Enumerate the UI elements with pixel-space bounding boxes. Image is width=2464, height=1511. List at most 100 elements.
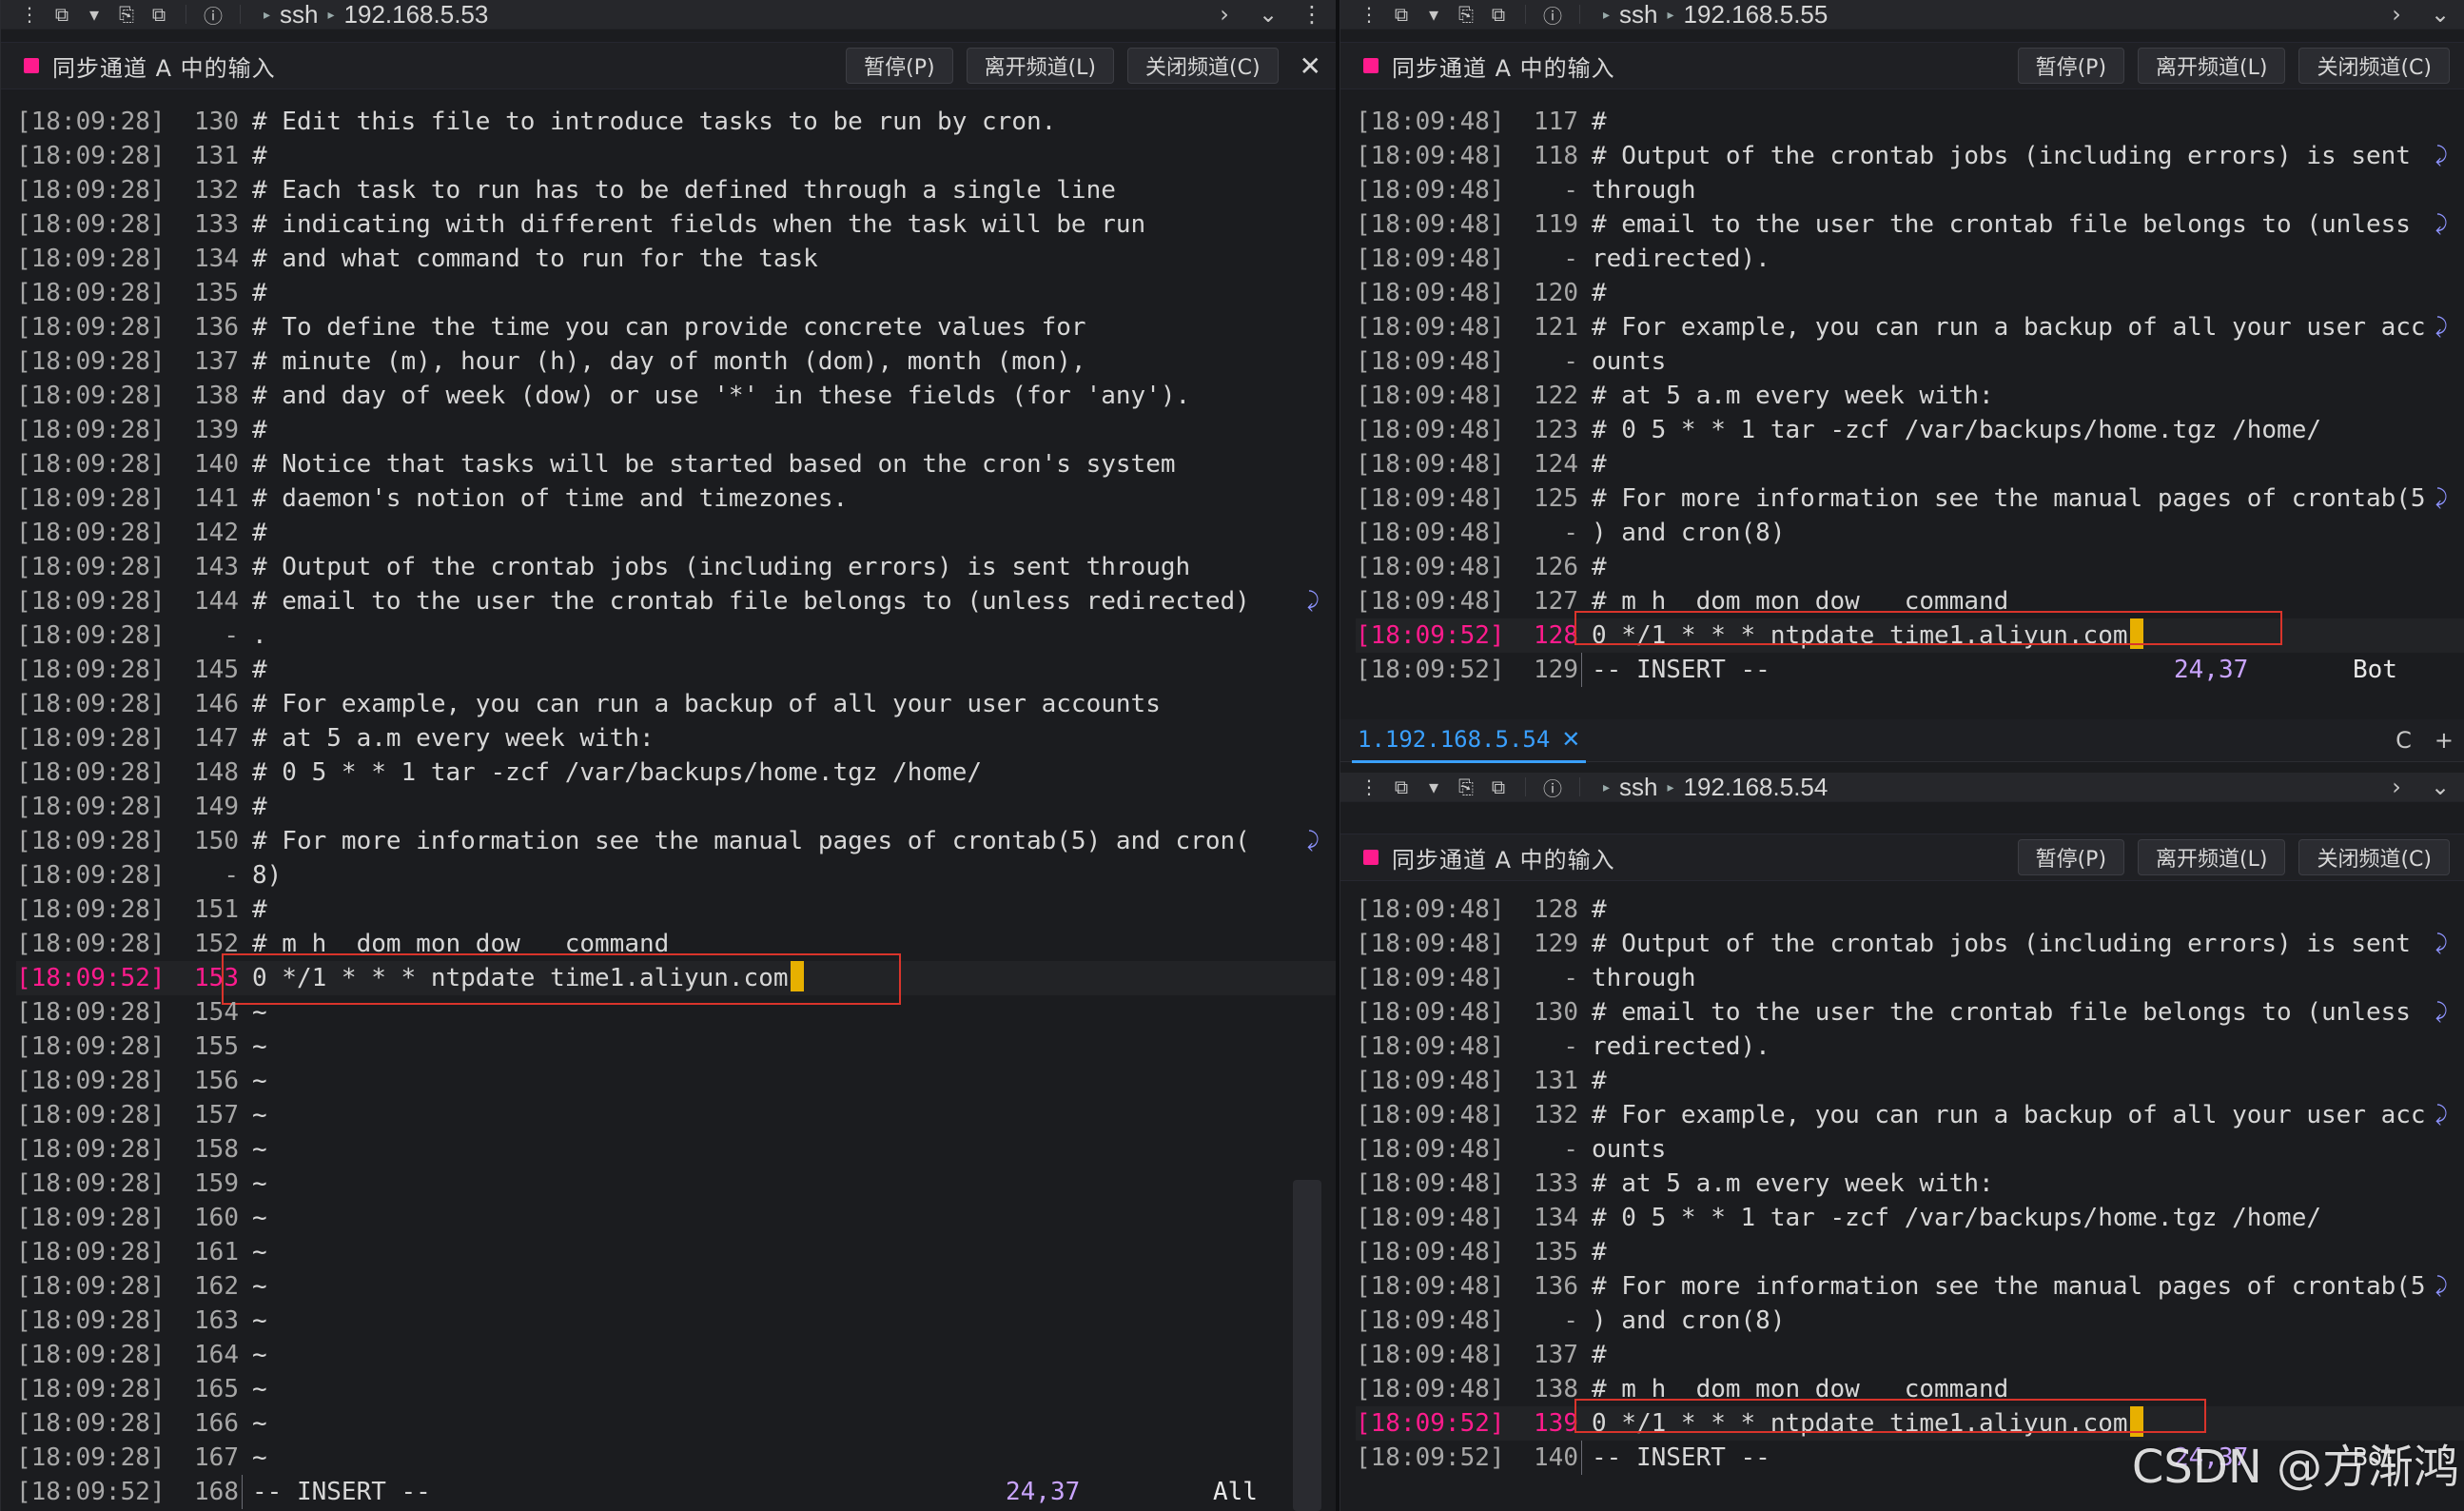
right-bottom-toolbar: ⋮ ⧉ ▾ ⎘ ⧉ ⓘ ▸ ssh ▸ 192.168.5.54 › ⌄ — [1340, 773, 2464, 802]
chevron-down-icon[interactable]: ▾ — [83, 3, 106, 26]
line-number: 138 — [194, 382, 239, 410]
leave-channel-button[interactable]: 离开频道(L) — [966, 48, 1114, 84]
split-icon[interactable]: ⧉ — [1487, 775, 1510, 798]
new-tab-icon[interactable]: ⧉ — [50, 3, 73, 26]
line-bracket — [242, 1475, 252, 1509]
line-text: # email to the user the crontab file bel… — [1592, 998, 2411, 1027]
line-number: 144 — [194, 587, 239, 616]
leave-channel-button[interactable]: 离开频道(L) — [2138, 839, 2286, 875]
chevron-down-icon[interactable]: ▾ — [1422, 3, 1445, 26]
terminal-line: [18:09:28] 160 ~ — [16, 1201, 1337, 1235]
line-text: # 0 5 * * 1 tar -zcf /var/backups/home.t… — [1592, 416, 2322, 444]
pause-button[interactable]: 暂停(P) — [2017, 48, 2125, 84]
breadcrumb-host[interactable]: 192.168.5.53 — [344, 0, 489, 29]
left-scrollbar[interactable] — [1293, 1180, 1321, 1511]
chevron-down-icon[interactable]: ▾ — [1422, 775, 1445, 798]
chevron-right-icon[interactable]: › — [2385, 1, 2408, 28]
breadcrumb-host[interactable]: 192.168.5.55 — [1684, 0, 1828, 29]
add-tab-icon[interactable]: + — [2435, 727, 2454, 754]
timestamp: [18:09:28] — [16, 930, 166, 958]
line-text: # — [1592, 450, 1607, 479]
line-text: # — [252, 142, 267, 170]
chevron-down-icon[interactable]: ⌄ — [2429, 774, 2452, 800]
breadcrumb-ssh[interactable]: ssh — [1619, 773, 1657, 802]
chevron-down-icon[interactable]: ⌄ — [1257, 1, 1280, 28]
line-text: # email to the user the crontab file bel… — [1592, 210, 2411, 239]
terminal-line: [18:09:28] 161 ~ — [16, 1235, 1337, 1269]
vim-mode: -- INSERT -- — [252, 1478, 431, 1506]
terminal-line: [18:09:48] 127 # m h dom mon dow command — [1356, 584, 2464, 618]
breadcrumb-ssh[interactable]: ssh — [280, 0, 318, 29]
info-icon[interactable]: ⓘ — [1541, 3, 1564, 28]
line-number: 161 — [194, 1238, 239, 1266]
split-icon[interactable]: ⧉ — [147, 3, 170, 26]
terminal-line: [18:09:48] - redirected). — [1356, 242, 2464, 276]
new-tab-icon[interactable]: ⧉ — [1390, 775, 1413, 798]
line-number: 117 — [1534, 108, 1578, 136]
info-icon[interactable]: ⓘ — [1541, 775, 1564, 800]
pause-button[interactable]: 暂停(P) — [846, 48, 953, 84]
terminal-line: [18:09:48] 119 # email to the user the cro… — [1356, 207, 2464, 242]
terminal-line: [18:09:48] 136 # For more information see … — [1356, 1269, 2464, 1304]
toolbar-separator — [240, 5, 241, 24]
line-number: 165 — [194, 1375, 239, 1403]
line-number: 166 — [194, 1409, 239, 1438]
timestamp: [18:09:28] — [16, 1067, 166, 1095]
sync-actions: 暂停(P) 离开频道(L) 关闭频道(C) — [2017, 48, 2464, 84]
line-text: # — [252, 279, 267, 307]
grip-icon[interactable]: ⋮ — [18, 3, 41, 26]
duplicate-icon[interactable]: ⎘ — [1455, 3, 1477, 26]
line-number: 148 — [194, 758, 239, 787]
line-number: 139 — [1534, 1409, 1578, 1438]
line-number: - — [1563, 519, 1578, 547]
line-number: 151 — [194, 895, 239, 924]
terminal-line: [18:09:48] 138 # m h dom mon dow command — [1356, 1372, 2464, 1406]
breadcrumb-ssh[interactable]: ssh — [1619, 0, 1657, 29]
chevron-right-icon[interactable]: › — [2385, 774, 2408, 800]
close-channel-button[interactable]: 关闭频道(C) — [1127, 48, 1279, 84]
breadcrumb-host[interactable]: 192.168.5.54 — [1684, 773, 1828, 802]
new-tab-icon[interactable]: ⧉ — [1390, 3, 1413, 26]
line-number: - — [224, 861, 239, 890]
info-icon[interactable]: ⓘ — [202, 3, 225, 28]
grip-icon[interactable]: ⋮ — [1358, 775, 1380, 798]
leave-channel-button[interactable]: 离开频道(L) — [2138, 48, 2286, 84]
left-terminal-pane: ⋮ ⧉ ▾ ⎘ ⧉ ⓘ ▸ ssh ▸ 192.168.5.53 › ⌄ ⋮ 同… — [0, 0, 1338, 1511]
terminal-line: [18:09:48] 132 # For example, you can run … — [1356, 1098, 2464, 1132]
line-number: 119 — [1534, 210, 1578, 239]
chevron-right-icon[interactable]: › — [1213, 1, 1236, 28]
terminal-line: [18:09:28] 158 ~ — [16, 1132, 1337, 1167]
line-number: - — [1563, 1135, 1578, 1164]
terminal-line: [18:09:48] - ounts — [1356, 1132, 2464, 1167]
split-icon[interactable]: ⧉ — [1487, 3, 1510, 26]
close-icon[interactable]: ✕ — [1300, 50, 1321, 82]
wrap-icon: ⤸ — [2435, 212, 2448, 236]
grip-icon[interactable]: ⋮ — [1358, 3, 1380, 26]
terminal-line: [18:09:28] 148 # 0 5 * * 1 tar -zcf /var/b… — [16, 756, 1337, 790]
breadcrumb: ▸ ssh ▸ 192.168.5.55 — [1603, 0, 1828, 29]
pause-button[interactable]: 暂停(P) — [2017, 839, 2125, 875]
timestamp: [18:09:28] — [16, 895, 166, 924]
line-number: 160 — [194, 1204, 239, 1232]
line-number: 139 — [194, 416, 239, 444]
left-terminal[interactable]: [18:09:28] 130 # Edit this file to introdu… — [1, 105, 1337, 1511]
line-text: # at 5 a.m every week with: — [1592, 1169, 1994, 1198]
more-icon[interactable]: ⋮ — [1300, 1, 1323, 28]
tab-192-168-5-54[interactable]: 1.192.168.5.54 ✕ — [1352, 719, 1587, 763]
terminal-line: [18:09:48] 118 # Output of the crontab job… — [1356, 139, 2464, 173]
tab-c-icon[interactable]: C — [2396, 727, 2412, 754]
close-channel-button[interactable]: 关闭频道(C) — [2298, 48, 2450, 84]
chevron-down-icon[interactable]: ⌄ — [2429, 1, 2452, 28]
timestamp: [18:09:28] — [16, 108, 166, 136]
right-top-terminal[interactable]: [18:09:48] 117 # [18:09:48] 118 # Output of t… — [1340, 105, 2464, 719]
line-number: 152 — [194, 930, 239, 958]
timestamp: [18:09:28] — [16, 553, 166, 581]
right-bottom-terminal-pane: 1.192.168.5.54 ✕ C + ⋮ ⧉ ▾ ⎘ ⧉ ⓘ ▸ ssh ▸… — [1340, 719, 2464, 1511]
duplicate-icon[interactable]: ⎘ — [115, 3, 138, 26]
duplicate-icon[interactable]: ⎘ — [1455, 775, 1477, 798]
close-channel-button[interactable]: 关闭频道(C) — [2298, 839, 2450, 875]
terminal-line: [18:09:28] 143 # Output of the crontab job… — [16, 550, 1337, 584]
close-tab-icon[interactable]: ✕ — [1561, 726, 1580, 753]
right-bottom-syncbar: 同步通道 A 中的输入 暂停(P) 离开频道(L) 关闭频道(C) — [1340, 834, 2464, 881]
right-bottom-terminal[interactable]: [18:09:48] 128 # [18:09:48] 129 # Output of t… — [1340, 893, 2464, 1511]
